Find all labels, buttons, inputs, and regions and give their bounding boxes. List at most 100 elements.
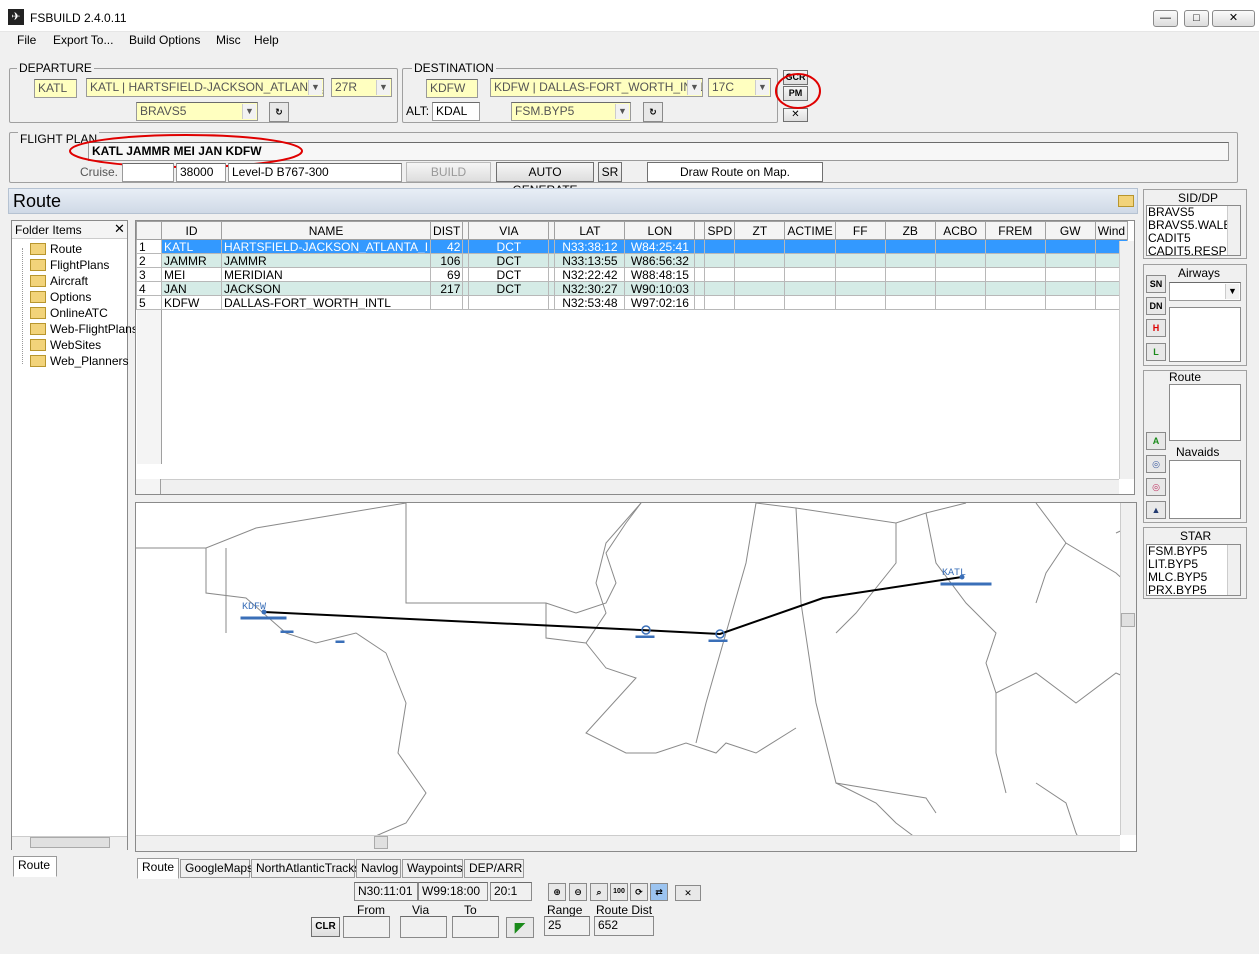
table-cell[interactable] xyxy=(136,421,162,436)
sr-button[interactable]: SR xyxy=(598,162,622,182)
table-cell[interactable] xyxy=(222,338,431,352)
table-cell[interactable] xyxy=(136,351,162,366)
column-header[interactable]: NAME xyxy=(220,221,432,240)
table-cell[interactable] xyxy=(885,436,935,450)
table-cell[interactable]: 2 xyxy=(136,253,162,268)
column-header[interactable]: LAT xyxy=(554,221,626,240)
table-cell[interactable] xyxy=(705,394,735,408)
table-cell[interactable]: DCT xyxy=(468,267,550,282)
table-cell[interactable] xyxy=(785,408,835,422)
table-cell[interactable] xyxy=(835,422,885,436)
cruise-field[interactable] xyxy=(122,163,174,182)
map-hscroll[interactable] xyxy=(136,835,1120,851)
table-cell[interactable] xyxy=(984,239,1046,254)
table-cell[interactable] xyxy=(555,380,625,394)
table-cell[interactable]: DCT xyxy=(468,239,550,254)
tab-googlemaps[interactable]: GoogleMaps xyxy=(180,859,253,878)
column-header[interactable]: SPD xyxy=(704,221,736,240)
table-cell[interactable] xyxy=(555,352,625,366)
table-cell[interactable] xyxy=(885,366,935,380)
table-cell[interactable] xyxy=(136,309,162,324)
table-cell[interactable] xyxy=(431,380,463,394)
table-cell[interactable] xyxy=(555,310,625,324)
table-cell[interactable] xyxy=(785,450,835,464)
table-cell[interactable] xyxy=(625,422,695,436)
table-hscroll[interactable] xyxy=(161,479,1119,494)
magnifier-icon[interactable]: ⌕ xyxy=(590,883,608,901)
table-cell[interactable] xyxy=(885,394,935,408)
table-cell[interactable] xyxy=(704,253,736,268)
table-cell[interactable] xyxy=(784,281,836,296)
table-cell[interactable] xyxy=(625,324,695,338)
table-cell[interactable]: N32:53:48 xyxy=(554,295,626,310)
table-cell[interactable] xyxy=(222,450,431,464)
table-cell[interactable] xyxy=(1045,450,1095,464)
table-cell[interactable] xyxy=(625,380,695,394)
table-cell[interactable] xyxy=(884,239,936,254)
table-cell[interactable] xyxy=(704,239,736,254)
table-cell[interactable] xyxy=(835,338,885,352)
table-cell[interactable] xyxy=(835,380,885,394)
build-button[interactable]: BUILD xyxy=(406,162,491,182)
column-header[interactable]: Wind xyxy=(1094,221,1129,240)
table-cell[interactable] xyxy=(935,310,985,324)
table-cell[interactable] xyxy=(984,253,1046,268)
table-cell[interactable] xyxy=(835,450,885,464)
column-header[interactable]: ZT xyxy=(734,221,786,240)
table-cell[interactable] xyxy=(784,267,836,282)
table-cell[interactable] xyxy=(935,338,985,352)
table-cell[interactable] xyxy=(735,450,785,464)
departure-airport-select[interactable]: KATL | HARTSFIELD-JACKSON_ATLANTA_I ▼ xyxy=(86,78,324,97)
table-cell[interactable] xyxy=(934,253,986,268)
table-cell[interactable]: 5 xyxy=(136,295,162,310)
table-row[interactable] xyxy=(136,449,1128,464)
table-cell[interactable] xyxy=(136,323,162,338)
table-cell[interactable] xyxy=(734,295,786,310)
table-cell[interactable]: W86:56:32 xyxy=(624,253,696,268)
table-cell[interactable] xyxy=(785,338,835,352)
table-row[interactable] xyxy=(136,323,1128,338)
table-cell[interactable]: 69 xyxy=(430,267,464,282)
a-button[interactable]: A xyxy=(1146,432,1166,450)
table-cell[interactable] xyxy=(555,324,625,338)
table-cell[interactable]: JAN xyxy=(161,281,222,296)
table-row[interactable] xyxy=(136,393,1128,408)
table-cell[interactable] xyxy=(934,281,986,296)
route-list[interactable] xyxy=(1169,384,1241,441)
table-cell[interactable] xyxy=(695,408,705,422)
table-cell[interactable] xyxy=(985,422,1045,436)
table-cell[interactable] xyxy=(735,380,785,394)
table-cell[interactable] xyxy=(884,253,936,268)
table-cell[interactable] xyxy=(935,436,985,450)
table-row[interactable] xyxy=(136,351,1128,366)
draw-route-button[interactable]: Draw Route on Map. xyxy=(647,162,823,182)
zoom-in-icon[interactable]: ⊕ xyxy=(548,883,566,901)
tab-left-route[interactable]: Route xyxy=(13,856,57,877)
table-cell[interactable] xyxy=(985,324,1045,338)
table-row[interactable] xyxy=(136,421,1128,436)
route-map[interactable]: KDFW KATL xyxy=(135,502,1137,852)
table-row[interactable] xyxy=(136,407,1128,422)
table-cell[interactable] xyxy=(705,352,735,366)
table-cell[interactable] xyxy=(555,408,625,422)
table-cell[interactable] xyxy=(735,436,785,450)
table-cell[interactable] xyxy=(1045,380,1095,394)
departure-runway-select[interactable]: 27R ▼ xyxy=(331,78,392,97)
table-cell[interactable] xyxy=(1045,394,1095,408)
folder-icon[interactable] xyxy=(1118,194,1134,208)
table-cell[interactable] xyxy=(162,324,222,338)
tab-dep-arr[interactable]: DEP/ARR xyxy=(464,859,524,878)
tab-northatlantictracks[interactable]: NorthAtlanticTracks xyxy=(251,859,360,878)
table-cell[interactable] xyxy=(625,436,695,450)
table-cell[interactable] xyxy=(625,394,695,408)
sid-list[interactable]: BRAVS5 BRAVS5.WALE CADIT5 CADIT5.RESPE xyxy=(1146,205,1241,256)
table-cell[interactable] xyxy=(834,239,886,254)
table-cell[interactable] xyxy=(835,352,885,366)
tab-waypoints[interactable]: Waypoints xyxy=(402,859,463,878)
column-header[interactable]: FF xyxy=(834,221,886,240)
table-cell[interactable] xyxy=(705,450,735,464)
map-canvas[interactable]: KDFW KATL xyxy=(136,503,1137,852)
table-cell[interactable] xyxy=(431,324,463,338)
minimize-button[interactable]: — xyxy=(1153,10,1178,27)
table-cell[interactable] xyxy=(555,394,625,408)
